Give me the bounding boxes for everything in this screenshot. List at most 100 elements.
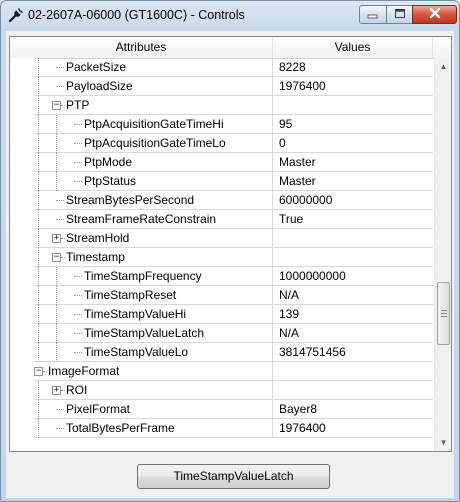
attribute-cell[interactable]: − Timestamp bbox=[10, 248, 273, 267]
tree-connector-line bbox=[38, 134, 39, 153]
maximize-button[interactable] bbox=[386, 5, 413, 24]
timestamp-latch-button[interactable]: TimeStampValueLatch bbox=[137, 464, 330, 489]
attribute-name: PtpAcquisitionGateTimeLo bbox=[84, 136, 226, 150]
row-gutter bbox=[10, 248, 34, 267]
tree-connector-line bbox=[74, 124, 82, 125]
row-gutter bbox=[10, 419, 34, 438]
tree-connector-line bbox=[56, 134, 57, 153]
table-row[interactable]: TotalBytesPerFrame 1976400 bbox=[10, 419, 433, 438]
table-row[interactable]: PayloadSize 1976400 bbox=[10, 77, 433, 96]
attribute-cell[interactable]: StreamFrameRateConstrain bbox=[10, 210, 273, 229]
value-cell[interactable] bbox=[273, 96, 433, 115]
attribute-cell[interactable]: PixelFormat bbox=[10, 400, 273, 419]
value-cell[interactable]: Master bbox=[273, 172, 433, 191]
attribute-cell[interactable]: + ROI bbox=[10, 381, 273, 400]
table-row[interactable]: PacketSize 8228 bbox=[10, 58, 433, 77]
tree-connector-line bbox=[61, 238, 65, 239]
collapse-minus-icon[interactable]: − bbox=[34, 367, 43, 376]
value-cell[interactable]: 1976400 bbox=[273, 77, 433, 96]
table-row[interactable]: PtpAcquisitionGateTimeHi 95 bbox=[10, 115, 433, 134]
row-gutter bbox=[10, 96, 34, 115]
table-row[interactable]: TimeStampFrequency 1000000000 bbox=[10, 267, 433, 286]
attribute-cell[interactable]: TimeStampValueLatch bbox=[10, 324, 273, 343]
attribute-cell[interactable]: PacketSize bbox=[10, 58, 273, 77]
minimize-button[interactable] bbox=[359, 5, 387, 24]
row-gutter bbox=[10, 58, 34, 77]
table-row[interactable]: StreamBytesPerSecond 60000000 bbox=[10, 191, 433, 210]
tree-connector-line bbox=[56, 409, 64, 410]
attribute-cell[interactable]: TimeStampValueHi bbox=[10, 305, 273, 324]
value-cell[interactable]: 1000000000 bbox=[273, 267, 433, 286]
column-header-attributes[interactable]: Attributes bbox=[10, 37, 273, 58]
value-cell[interactable]: Bayer8 bbox=[273, 400, 433, 419]
tree-connector-line bbox=[56, 305, 57, 324]
table-row[interactable]: + StreamHold bbox=[10, 229, 433, 248]
value-cell[interactable]: 95 bbox=[273, 115, 433, 134]
tree-connector-line bbox=[38, 381, 39, 400]
collapse-minus-icon[interactable]: − bbox=[52, 253, 61, 262]
value-cell[interactable]: 139 bbox=[273, 305, 433, 324]
scrollbar-thumb[interactable] bbox=[437, 282, 450, 345]
attribute-cell[interactable]: + StreamHold bbox=[10, 229, 273, 248]
tree-connector-line bbox=[56, 153, 57, 172]
table-row[interactable]: PtpStatus Master bbox=[10, 172, 433, 191]
value-cell[interactable]: Master bbox=[273, 153, 433, 172]
table-row[interactable]: PtpMode Master bbox=[10, 153, 433, 172]
value-cell[interactable]: N/A bbox=[273, 324, 433, 343]
attribute-cell[interactable]: PtpStatus bbox=[10, 172, 273, 191]
attribute-name: TimeStampValueHi bbox=[84, 307, 187, 321]
table-row[interactable]: − ImageFormat bbox=[10, 362, 433, 381]
attribute-cell[interactable]: TimeStampValueLo bbox=[10, 343, 273, 362]
vertical-scrollbar[interactable]: ▲ ▼ bbox=[434, 58, 451, 451]
tree-connector-line bbox=[38, 210, 39, 229]
tree-connector-line bbox=[38, 96, 39, 115]
attribute-cell[interactable]: StreamBytesPerSecond bbox=[10, 191, 273, 210]
value-cell[interactable]: N/A bbox=[273, 286, 433, 305]
scroll-up-button[interactable]: ▲ bbox=[435, 58, 451, 75]
attribute-cell[interactable]: PayloadSize bbox=[10, 77, 273, 96]
table-row[interactable]: TimeStampValueLatch N/A bbox=[10, 324, 433, 343]
table-row[interactable]: PixelFormat Bayer8 bbox=[10, 400, 433, 419]
value-cell[interactable] bbox=[273, 229, 433, 248]
value-cell[interactable]: 0 bbox=[273, 134, 433, 153]
table-row[interactable]: TimeStampReset N/A bbox=[10, 286, 433, 305]
title-bar[interactable]: 02-2607A-06000 (GT1600C) - Controls bbox=[1, 1, 459, 31]
attribute-cell[interactable]: PtpMode bbox=[10, 153, 273, 172]
value-cell[interactable]: 60000000 bbox=[273, 191, 433, 210]
tree-connector-line bbox=[38, 77, 39, 96]
value-cell[interactable]: 8228 bbox=[273, 58, 433, 77]
column-header-values[interactable]: Values bbox=[273, 37, 433, 58]
attribute-cell[interactable]: − PTP bbox=[10, 96, 273, 115]
scroll-down-button[interactable]: ▼ bbox=[435, 434, 451, 451]
tree-connector-line bbox=[38, 343, 39, 362]
tree-connector-line bbox=[56, 115, 57, 134]
table-row[interactable]: − PTP bbox=[10, 96, 433, 115]
row-gutter bbox=[10, 305, 34, 324]
attribute-cell[interactable]: TimeStampReset bbox=[10, 286, 273, 305]
attribute-cell[interactable]: TimeStampFrequency bbox=[10, 267, 273, 286]
table-row[interactable]: StreamFrameRateConstrain True bbox=[10, 210, 433, 229]
table-row[interactable]: TimeStampValueLo 3814751456 bbox=[10, 343, 433, 362]
table-row[interactable]: TimeStampValueHi 139 bbox=[10, 305, 433, 324]
attribute-cell[interactable]: − ImageFormat bbox=[10, 362, 273, 381]
table-row[interactable]: − Timestamp bbox=[10, 248, 433, 267]
value-cell[interactable] bbox=[273, 248, 433, 267]
wrench-icon bbox=[8, 7, 24, 23]
close-button[interactable] bbox=[412, 5, 457, 24]
row-gutter bbox=[10, 229, 34, 248]
collapse-minus-icon[interactable]: − bbox=[52, 101, 61, 110]
expand-plus-icon[interactable]: + bbox=[52, 234, 61, 243]
expand-plus-icon[interactable]: + bbox=[52, 386, 61, 395]
table-row[interactable]: + ROI bbox=[10, 381, 433, 400]
attribute-cell[interactable]: PtpAcquisitionGateTimeLo bbox=[10, 134, 273, 153]
value-cell[interactable] bbox=[273, 381, 433, 400]
value-cell[interactable]: 3814751456 bbox=[273, 343, 433, 362]
attribute-cell[interactable]: PtpAcquisitionGateTimeHi bbox=[10, 115, 273, 134]
tree-connector-line bbox=[56, 219, 64, 220]
table-row[interactable]: PtpAcquisitionGateTimeLo 0 bbox=[10, 134, 433, 153]
value-cell[interactable]: True bbox=[273, 210, 433, 229]
value-cell[interactable] bbox=[273, 362, 433, 381]
attribute-cell[interactable]: TotalBytesPerFrame bbox=[10, 419, 273, 438]
tree-connector-line bbox=[74, 295, 82, 296]
value-cell[interactable]: 1976400 bbox=[273, 419, 433, 438]
